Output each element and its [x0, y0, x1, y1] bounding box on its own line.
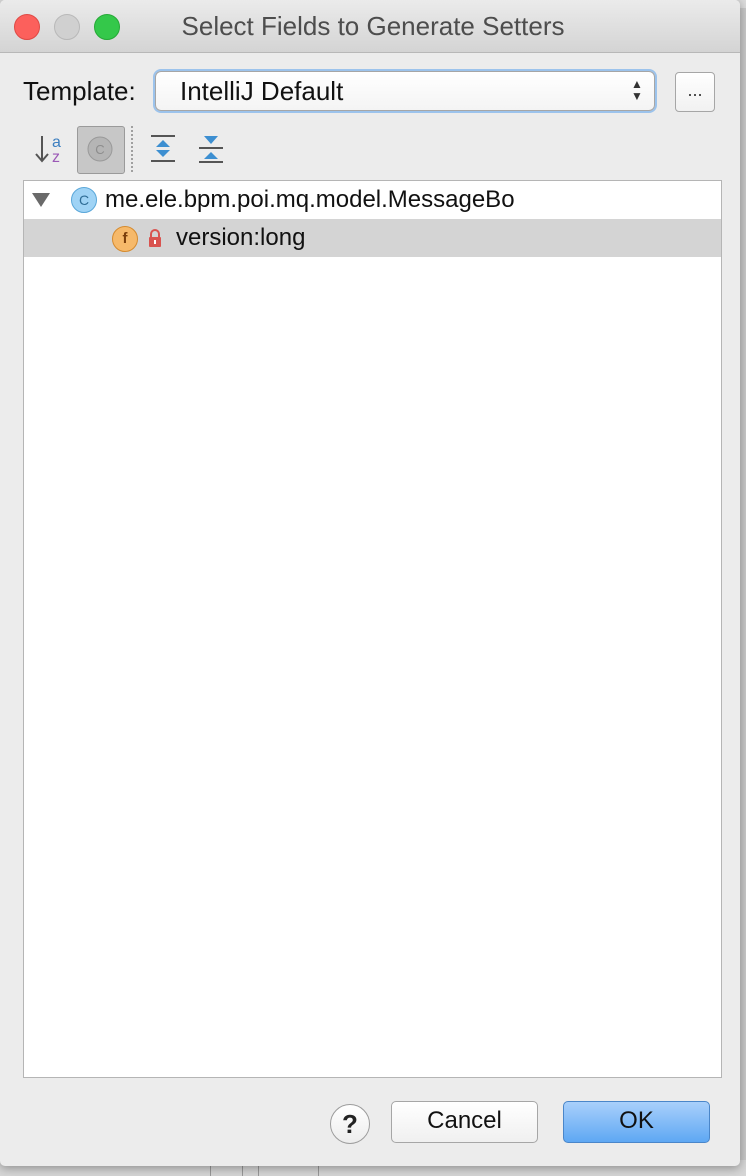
svg-text:z: z	[52, 149, 60, 166]
sort-alphabetically-button[interactable]: a z	[30, 126, 76, 172]
expand-all-icon	[151, 135, 175, 162]
sort-alphabetically-icon: a z	[35, 134, 61, 166]
expand-all-button[interactable]	[140, 126, 186, 172]
collapse-all-icon	[199, 136, 223, 163]
template-more-button[interactable]: ...	[675, 72, 715, 112]
expand-triangle-icon[interactable]	[32, 193, 50, 207]
tree-row-class[interactable]: C me.ele.bpm.poi.mq.model.MessageBo	[24, 181, 721, 219]
ok-button[interactable]: OK	[563, 1101, 710, 1143]
lock-icon	[149, 229, 161, 247]
select-arrows-icon: ▲ ▼	[631, 77, 643, 103]
class-icon: C	[71, 187, 97, 213]
field-icon: f	[112, 226, 138, 252]
help-button[interactable]: ?	[330, 1104, 370, 1144]
toolbar-separator	[131, 126, 133, 172]
class-name: me.ele.bpm.poi.mq.model.MessageBo	[105, 186, 515, 213]
field-label: version:long	[176, 224, 306, 251]
collapse-all-button[interactable]	[188, 126, 234, 172]
title-bar: Select Fields to Generate Setters	[0, 0, 740, 53]
svg-text:C: C	[95, 142, 104, 157]
template-select[interactable]: IntelliJ Default ▲ ▼	[155, 71, 655, 111]
show-classes-icon: C	[87, 136, 113, 162]
dialog-window: Select Fields to Generate Setters Templa…	[0, 0, 740, 1166]
window-title: Select Fields to Generate Setters	[181, 11, 565, 41]
template-label: Template:	[23, 76, 136, 106]
show-classes-toggle[interactable]: C	[77, 126, 125, 174]
template-select-value: IntelliJ Default	[180, 76, 344, 106]
cancel-button[interactable]: Cancel	[391, 1101, 538, 1143]
fields-tree[interactable]: C me.ele.bpm.poi.mq.model.MessageBo f ve…	[23, 180, 722, 1078]
